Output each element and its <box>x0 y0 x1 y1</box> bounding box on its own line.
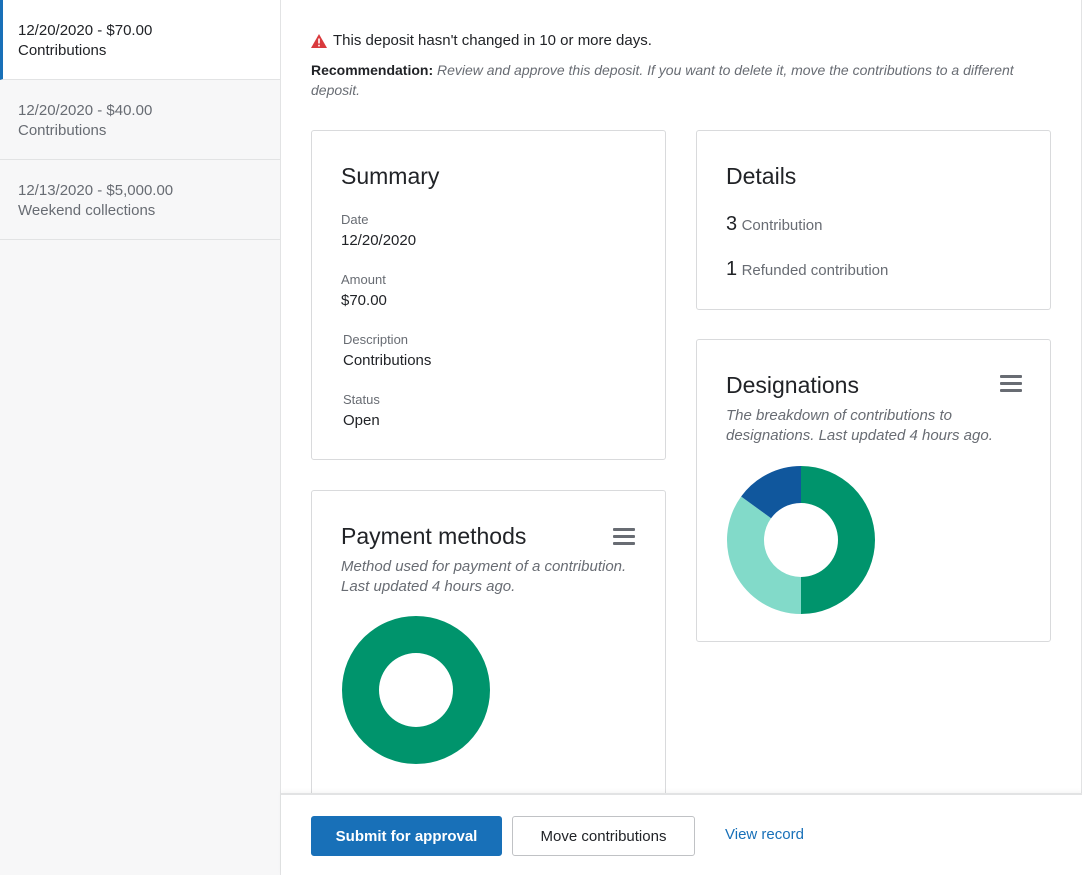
designations-slice-2[interactable] <box>726 496 801 615</box>
action-footer: Submit for approval Move contributions V… <box>281 793 1082 875</box>
amount-value: $70.00 <box>341 292 387 309</box>
move-contributions-button[interactable]: Move contributions <box>512 816 695 856</box>
designations-menu-icon[interactable] <box>1000 375 1022 393</box>
summary-title: Summary <box>341 163 440 189</box>
payment-methods-donut-chart <box>342 616 490 764</box>
view-record-link[interactable]: View record <box>725 826 804 843</box>
submit-for-approval-button[interactable]: Submit for approval <box>311 816 502 856</box>
amount-label: Amount <box>341 272 386 287</box>
payment-methods-description: Method used for payment of a contributio… <box>341 558 627 595</box>
date-value: 12/20/2020 <box>341 232 417 249</box>
warning-icon <box>311 34 327 48</box>
date-label: Date <box>341 212 369 227</box>
recommendation: Recommendation: Review and approve this … <box>311 60 1051 100</box>
designations-description: The breakdown of contributions to design… <box>726 407 993 444</box>
details-card: Details 3 Contribution 1 Refunded contri… <box>696 130 1051 310</box>
contribution-count-label: Contribution <box>741 217 823 234</box>
alert-message: This deposit hasn't changed in 10 or mor… <box>333 32 652 49</box>
designations-slice-1[interactable] <box>801 466 875 614</box>
payment-methods-title: Payment methods <box>341 523 527 549</box>
refunded-count: 1 <box>726 258 738 280</box>
description-value: Contributions <box>343 352 432 369</box>
stale-deposit-alert: This deposit hasn't changed in 10 or mor… <box>311 31 652 51</box>
deposit-item-date-amount: 12/20/2020 - $40.00 <box>18 102 153 119</box>
designations-card: Designations The breakdown of contributi… <box>696 339 1051 642</box>
designations-donut-chart <box>726 466 875 615</box>
recommendation-label: Recommendation: <box>311 62 434 78</box>
summary-card: Summary Date 12/20/2020 Amount $70.00 De… <box>311 130 666 460</box>
status-value: Open <box>343 412 380 429</box>
details-title: Details <box>726 163 797 189</box>
description-label: Description <box>343 332 409 347</box>
deposit-item-1[interactable]: 12/20/2020 - $70.00 Contributions <box>0 0 280 80</box>
refunded-count-label: Refunded contribution <box>741 262 889 279</box>
designations-title: Designations <box>726 372 859 398</box>
payment-methods-slice-1[interactable] <box>342 616 490 764</box>
deposit-item-date-amount: 12/13/2020 - $5,000.00 <box>18 182 174 199</box>
deposit-item-date-amount: 12/20/2020 - $70.00 <box>18 22 153 39</box>
payment-methods-card: Payment methods Method used for payment … <box>311 490 666 800</box>
deposit-item-3[interactable]: 12/13/2020 - $5,000.00 Weekend collectio… <box>0 160 280 240</box>
contribution-count: 3 <box>726 213 738 235</box>
deposit-item-2[interactable]: 12/20/2020 - $40.00 Contributions <box>0 80 280 160</box>
payment-methods-menu-icon[interactable] <box>613 528 635 546</box>
deposit-item-description: Contributions <box>18 122 107 139</box>
refunded-count-row: 1 Refunded contribution <box>726 258 888 281</box>
contribution-count-row: 3 Contribution <box>726 213 822 236</box>
deposit-item-description: Weekend collections <box>18 202 156 219</box>
deposit-detail-panel: This deposit hasn't changed in 10 or mor… <box>281 0 1082 875</box>
deposit-item-description: Contributions <box>18 42 107 59</box>
status-label: Status <box>343 392 380 407</box>
deposit-list-sidebar: 12/20/2020 - $70.00 Contributions 12/20/… <box>0 0 281 875</box>
